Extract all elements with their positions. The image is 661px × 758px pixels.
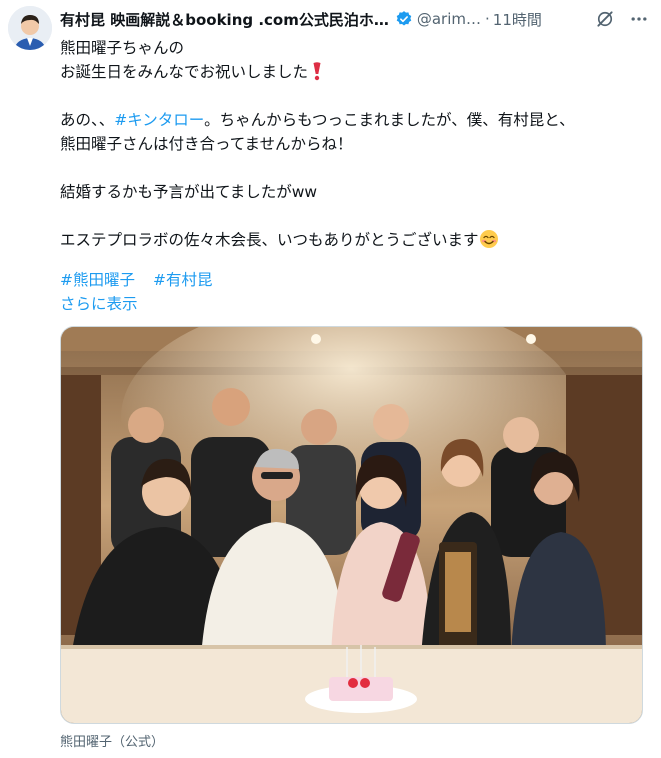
red-exclamation-emoji bbox=[313, 62, 321, 81]
avatar[interactable] bbox=[8, 6, 52, 50]
post-line: 結婚するかも予言が出てましたがww bbox=[60, 183, 318, 201]
post-timestamp[interactable]: 11時間 bbox=[493, 9, 542, 30]
hashtag-link[interactable]: #熊田曜子 bbox=[60, 271, 135, 289]
author-handle[interactable]: @arim… bbox=[417, 10, 481, 28]
smiling-face-emoji bbox=[479, 230, 498, 248]
tagged-user[interactable]: 熊田曜子（公式） bbox=[60, 731, 164, 750]
post-line: 熊田曜子さんは付き合ってませんからね！ bbox=[60, 135, 353, 153]
more-options-icon[interactable] bbox=[629, 9, 649, 29]
hashtags: #熊田曜子 #有村昆 bbox=[60, 268, 213, 292]
show-more-link[interactable]: さらに表示 bbox=[60, 292, 138, 316]
post-line: 熊田曜子ちゃんの bbox=[60, 39, 185, 57]
grok-icon[interactable] bbox=[595, 9, 615, 29]
group-photo bbox=[61, 327, 642, 723]
avatar-image bbox=[8, 6, 52, 50]
post-line: お誕生日をみんなでお祝いしました bbox=[60, 60, 650, 84]
tweet: 有村昆 映画解説＆booking .com公式民泊ホ… @arim… · 11時… bbox=[0, 0, 661, 758]
post-line: エステプロラボの佐々木会長、いつもありがとうございます bbox=[60, 228, 650, 252]
post-photo[interactable] bbox=[60, 326, 643, 724]
verified-badge-icon bbox=[396, 11, 412, 26]
hashtag-link[interactable]: #キンタロー bbox=[114, 111, 204, 129]
post-text: 熊田曜子ちゃんの お誕生日をみんなでお祝いしました あの、、#キンタロー。ちゃん… bbox=[60, 36, 650, 252]
post-line: あの、、#キンタロー。ちゃんからもつっこまれましたが、僕、有村昆と、 bbox=[60, 111, 575, 129]
tweet-header: 有村昆 映画解説＆booking .com公式民泊ホ… @arim… · 11時… bbox=[60, 7, 649, 31]
hashtag-link[interactable]: #有村昆 bbox=[153, 271, 213, 289]
header-separator: · bbox=[485, 10, 490, 28]
author-display-name[interactable]: 有村昆 映画解説＆booking .com公式民泊ホ… bbox=[60, 9, 389, 30]
